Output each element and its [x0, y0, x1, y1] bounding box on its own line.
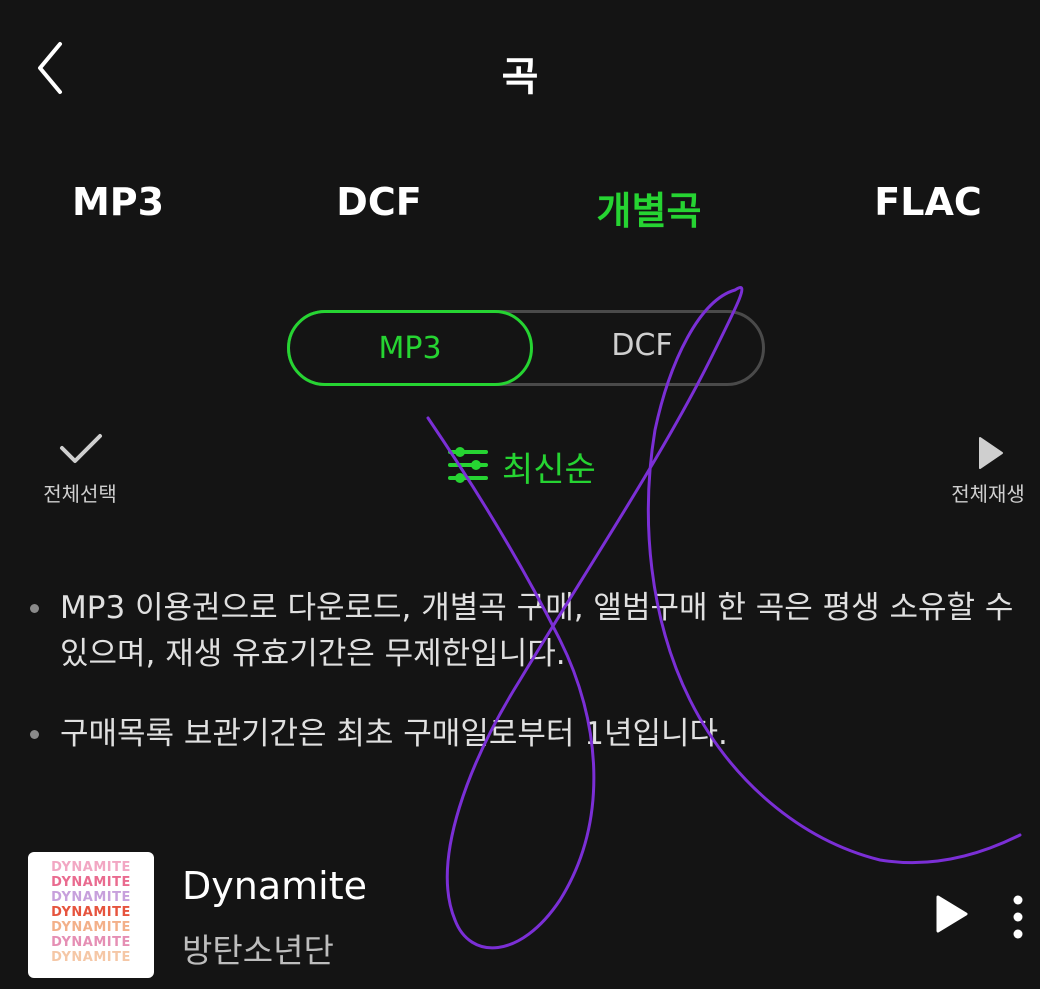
bullet-icon — [30, 604, 39, 613]
select-all-label: 전체선택 — [43, 482, 117, 506]
track-more-button[interactable] — [1008, 894, 1028, 940]
sort-sliders-icon — [448, 447, 488, 483]
tab-mp3[interactable]: MP3 — [72, 180, 164, 224]
track-play-button[interactable] — [934, 894, 974, 934]
album-art-text: DYNAMITE — [51, 890, 131, 905]
notice-list: MP3 이용권으로 다운로드, 개별곡 구매, 앨범구매 한 곡은 평생 소유할… — [30, 585, 1020, 791]
track-row[interactable]: DYNAMITE DYNAMITE DYNAMITE DYNAMITE DYNA… — [0, 846, 1040, 986]
notice-item: MP3 이용권으로 다운로드, 개별곡 구매, 앨범구매 한 곡은 평생 소유할… — [30, 585, 1020, 677]
segment-mp3[interactable]: MP3 — [287, 310, 533, 386]
tab-individual-songs[interactable]: 개별곡 — [597, 180, 702, 235]
header: 곡 — [0, 0, 1040, 140]
album-art-text: DYNAMITE — [51, 875, 131, 890]
notice-text: MP3 이용권으로 다운로드, 개별곡 구매, 앨범구매 한 곡은 평생 소유할… — [60, 590, 1014, 672]
select-all-button[interactable]: 전체선택 — [30, 430, 130, 510]
sort-label: 최신순 — [502, 450, 596, 490]
album-art-text: DYNAMITE — [51, 860, 131, 875]
bullet-icon — [30, 730, 39, 739]
tab-bar: MP3 DCF 개별곡 FLAC — [0, 180, 1040, 240]
album-art-text: DYNAMITE — [51, 920, 131, 935]
format-segment-control: MP3 DCF — [287, 310, 765, 386]
notice-text: 구매목록 보관기간은 최초 구매일로부터 1년입니다. — [60, 716, 728, 752]
album-art-text: DYNAMITE — [51, 950, 131, 965]
play-icon — [979, 437, 1003, 469]
tab-flac[interactable]: FLAC — [874, 180, 981, 224]
tab-dcf[interactable]: DCF — [336, 180, 421, 224]
check-icon — [60, 434, 102, 463]
more-vertical-icon — [1013, 895, 1023, 939]
play-all-label: 전체재생 — [951, 482, 1025, 506]
track-artist: 방탄소년단 — [182, 931, 334, 970]
album-art-text: DYNAMITE — [51, 905, 131, 920]
play-icon — [936, 895, 968, 933]
album-art-text: DYNAMITE — [51, 935, 131, 950]
album-art: DYNAMITE DYNAMITE DYNAMITE DYNAMITE DYNA… — [28, 852, 154, 978]
page-title: 곡 — [501, 54, 539, 100]
action-row: 전체선택 최신순 전체재생 — [0, 430, 1040, 520]
segment-dcf[interactable]: DCF — [519, 310, 765, 386]
notice-item: 구매목록 보관기간은 최초 구매일로부터 1년입니다. — [30, 711, 1020, 757]
play-all-button[interactable]: 전체재생 — [938, 430, 1038, 510]
track-title: Dynamite — [182, 864, 367, 908]
